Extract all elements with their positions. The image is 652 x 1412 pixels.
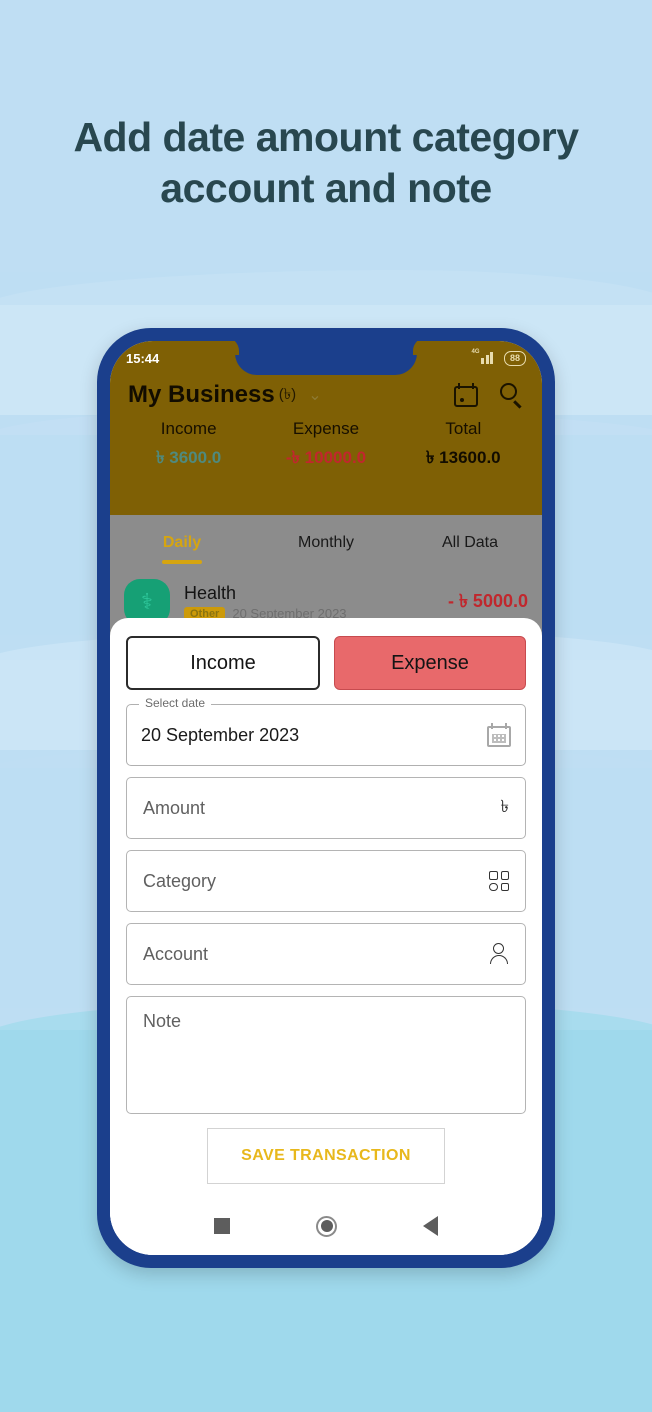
save-transaction-button[interactable]: SAVE TRANSACTION — [207, 1128, 445, 1184]
status-indicators: 4G 88 — [471, 349, 526, 366]
transaction-amount: - ৳ 5000.0 — [447, 590, 528, 611]
currency-label: (৳) — [278, 385, 297, 403]
summary-income: Income ৳ 3600.0 — [120, 419, 257, 473]
phone-screen: 15:44 4G 88 My Business (৳) ⌄ Income ৳ 3… — [110, 341, 542, 1255]
summary-row: Income ৳ 3600.0 Expense -৳ 10000.0 Total… — [110, 409, 542, 473]
taka-icon: ৳ — [500, 797, 509, 816]
transaction-title: Health — [184, 583, 237, 603]
battery-indicator: 88 — [503, 350, 526, 366]
add-transaction-sheet: Income Expense Select date 20 September … — [110, 618, 542, 1255]
note-field[interactable]: Note — [126, 996, 526, 1114]
business-title[interactable]: My Business — [128, 381, 275, 409]
tab-all-data[interactable]: All Data — [398, 534, 542, 552]
transaction-details: Health Other 20 September 2023 — [184, 583, 448, 621]
status-time: 15:44 — [126, 350, 160, 366]
summary-expense: Expense -৳ 10000.0 — [257, 419, 394, 473]
date-field-label: Select date — [139, 696, 212, 710]
phone-mockup: 15:44 4G 88 My Business (৳) ⌄ Income ৳ 3… — [97, 328, 555, 1268]
app-bar: My Business (৳) ⌄ — [110, 375, 542, 409]
sky-wave — [0, 270, 652, 310]
account-placeholder: Account — [143, 943, 209, 964]
tab-daily[interactable]: Daily — [110, 534, 254, 552]
summary-total: Total ৳ 13600.0 — [395, 419, 532, 473]
account-field[interactable]: Account — [126, 923, 526, 985]
calendar-icon[interactable] — [487, 723, 511, 747]
category-placeholder: Category — [143, 870, 217, 891]
type-toggle-group: Income Expense — [126, 636, 526, 690]
person-icon[interactable] — [489, 943, 509, 965]
chevron-down-icon[interactable]: ⌄ — [308, 385, 321, 405]
summary-value: ৳ 13600.0 — [425, 448, 501, 467]
summary-label: Total — [445, 419, 482, 438]
date-field-value: 20 September 2023 — [141, 724, 300, 745]
summary-label: Income — [160, 419, 217, 438]
calendar-icon[interactable] — [454, 383, 478, 407]
app-header: 15:44 4G 88 My Business (৳) ⌄ Income ৳ 3… — [110, 341, 542, 515]
square-icon[interactable] — [214, 1218, 230, 1234]
amount-placeholder: Amount — [143, 797, 206, 818]
summary-value: -৳ 10000.0 — [285, 448, 367, 467]
page-headline: Add date amount category account and note — [73, 114, 579, 212]
circle-icon[interactable] — [316, 1215, 337, 1237]
period-tabs: Daily Monthly All Data — [110, 515, 542, 571]
amount-field[interactable]: Amount ৳ — [126, 777, 526, 839]
grid-icon[interactable] — [489, 871, 509, 891]
income-toggle-button[interactable]: Income — [126, 636, 320, 690]
tab-monthly[interactable]: Monthly — [254, 534, 398, 552]
search-icon[interactable] — [500, 383, 524, 409]
date-field[interactable]: Select date 20 September 2023 — [126, 696, 526, 766]
save-button-row: SAVE TRANSACTION — [126, 1128, 526, 1184]
signal-icon: 4G — [471, 349, 498, 364]
expense-toggle-button[interactable]: Expense — [334, 636, 526, 690]
status-bar: 15:44 4G 88 — [110, 341, 542, 375]
summary-value: ৳ 3600.0 — [156, 448, 222, 467]
triangle-back-icon[interactable] — [423, 1216, 438, 1236]
summary-label: Expense — [292, 419, 360, 438]
android-nav-bar — [110, 1197, 542, 1255]
network-type-label: 4G — [471, 349, 480, 355]
category-field[interactable]: Category — [126, 850, 526, 912]
